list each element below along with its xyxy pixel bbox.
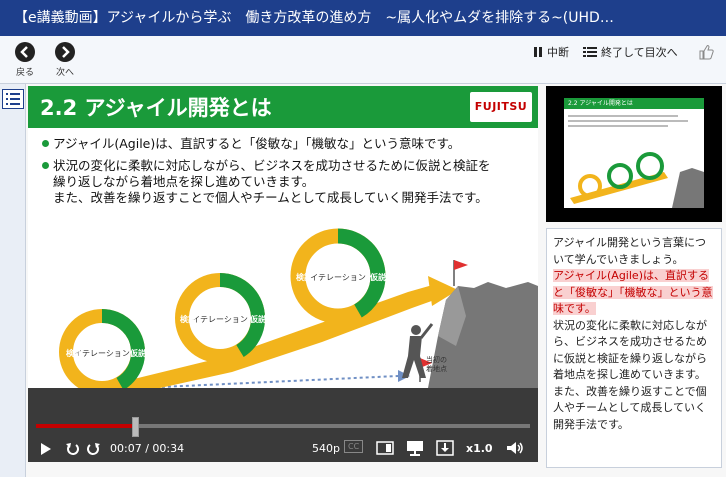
player-controls: 00:07 / 00:34 540p CC x1.0 (28, 388, 538, 462)
forward-icon[interactable] (86, 441, 102, 457)
seek-bar[interactable] (36, 417, 530, 437)
toc-label: 終了して目次へ (601, 46, 678, 59)
slide-view-icon[interactable] (406, 440, 424, 456)
slide: 2.2 アジャイル開発とは FUJITSU アジャイル(Agile)は、直訳する… (28, 86, 538, 388)
layout-icon[interactable] (376, 441, 394, 455)
quality-button[interactable]: 540p (312, 442, 340, 455)
time-separator: / (141, 442, 153, 455)
next-arrow-icon (55, 42, 75, 62)
loop-1-left: 検証 (66, 348, 82, 358)
thumbnail-slide: 2.2 アジャイル開発とは (564, 98, 704, 208)
toolbar: 戻る 次へ 中断 終了して目次へ (0, 36, 726, 84)
total-time: 00:34 (152, 442, 185, 455)
transcript-panel: アジャイル開発という言葉について学んでいきましょう。 アジャイル(Agile)は… (546, 228, 722, 468)
window-title: 【e講義動画】アジャイルから学ぶ 働き方改革の進め方 ~属人化やムダを排除する~… (0, 0, 726, 36)
transcript-highlight: アジャイル(Agile)は、直訳すると「俊敏な」「機敏な」という意味です。 (553, 269, 713, 315)
iteration-loop-2: イテレーション 検証 仮説 (175, 273, 266, 363)
goal-label-2: 着地点 (426, 364, 447, 373)
controls-row: 00:07 / 00:34 540p CC x1.0 (28, 438, 538, 460)
loop-3-left: 検証 (296, 272, 312, 282)
slide-thumbnail[interactable]: 2.2 アジャイル開発とは (546, 86, 722, 222)
transcript-line-1: アジャイル開発という言葉について学んでいきましょう。 (553, 236, 707, 266)
play-icon[interactable] (40, 442, 52, 456)
loop-3-center: イテレーション (310, 273, 366, 282)
back-arrow-icon (15, 42, 35, 62)
seek-handle[interactable] (131, 417, 139, 437)
pause-button[interactable]: 中断 (533, 44, 569, 60)
menu-list-icon (6, 93, 20, 105)
time-display: 00:07 / 00:34 (110, 442, 184, 455)
transcript-rest: 状況の変化に柔軟に対応しながら、ビジネスを成功させるために仮説と検証を繰り返しな… (553, 318, 707, 431)
rewind-icon[interactable] (64, 441, 80, 457)
captions-button[interactable]: CC (344, 440, 364, 453)
left-sidebar (0, 84, 26, 477)
toc-list-icon (583, 47, 597, 57)
thumbnail-title: 2.2 アジャイル開発とは (564, 98, 704, 109)
pause-label: 中断 (547, 46, 569, 59)
playback-speed-button[interactable]: x1.0 (466, 442, 493, 455)
exit-to-toc-button[interactable]: 終了して目次へ (583, 44, 678, 60)
download-icon[interactable] (436, 440, 454, 456)
thumbs-up-icon (699, 45, 714, 60)
loop-1-center: イテレーション (74, 349, 130, 358)
current-time: 00:07 (110, 442, 142, 455)
iteration-loop-1: イテレーション 検証 仮説 (59, 309, 146, 388)
menu-list-button[interactable] (2, 89, 24, 109)
volume-icon[interactable] (506, 441, 524, 455)
loop-1-right: 仮説 (129, 348, 146, 358)
back-label: 戻る (15, 68, 34, 78)
back-button[interactable]: 戻る (9, 42, 41, 78)
loop-2-center: イテレーション (192, 315, 248, 324)
loop-2-right: 仮説 (249, 314, 266, 324)
next-label: 次へ (55, 68, 74, 78)
next-button[interactable]: 次へ (49, 42, 81, 78)
agile-illustration: イテレーション 検証 仮説 イテレーション 検証 仮説 イテレーション 検証 仮… (59, 228, 538, 388)
goal-flag-icon (454, 260, 468, 270)
seek-bar-progress (36, 424, 135, 428)
loop-2-left: 検証 (180, 314, 196, 324)
loop-3-right: 仮説 (369, 272, 386, 282)
pause-icon (534, 47, 542, 57)
iteration-loop-3: イテレーション 検証 仮説 (290, 228, 386, 324)
like-button[interactable] (698, 44, 714, 64)
goal-label-1: 当初の (426, 355, 447, 364)
